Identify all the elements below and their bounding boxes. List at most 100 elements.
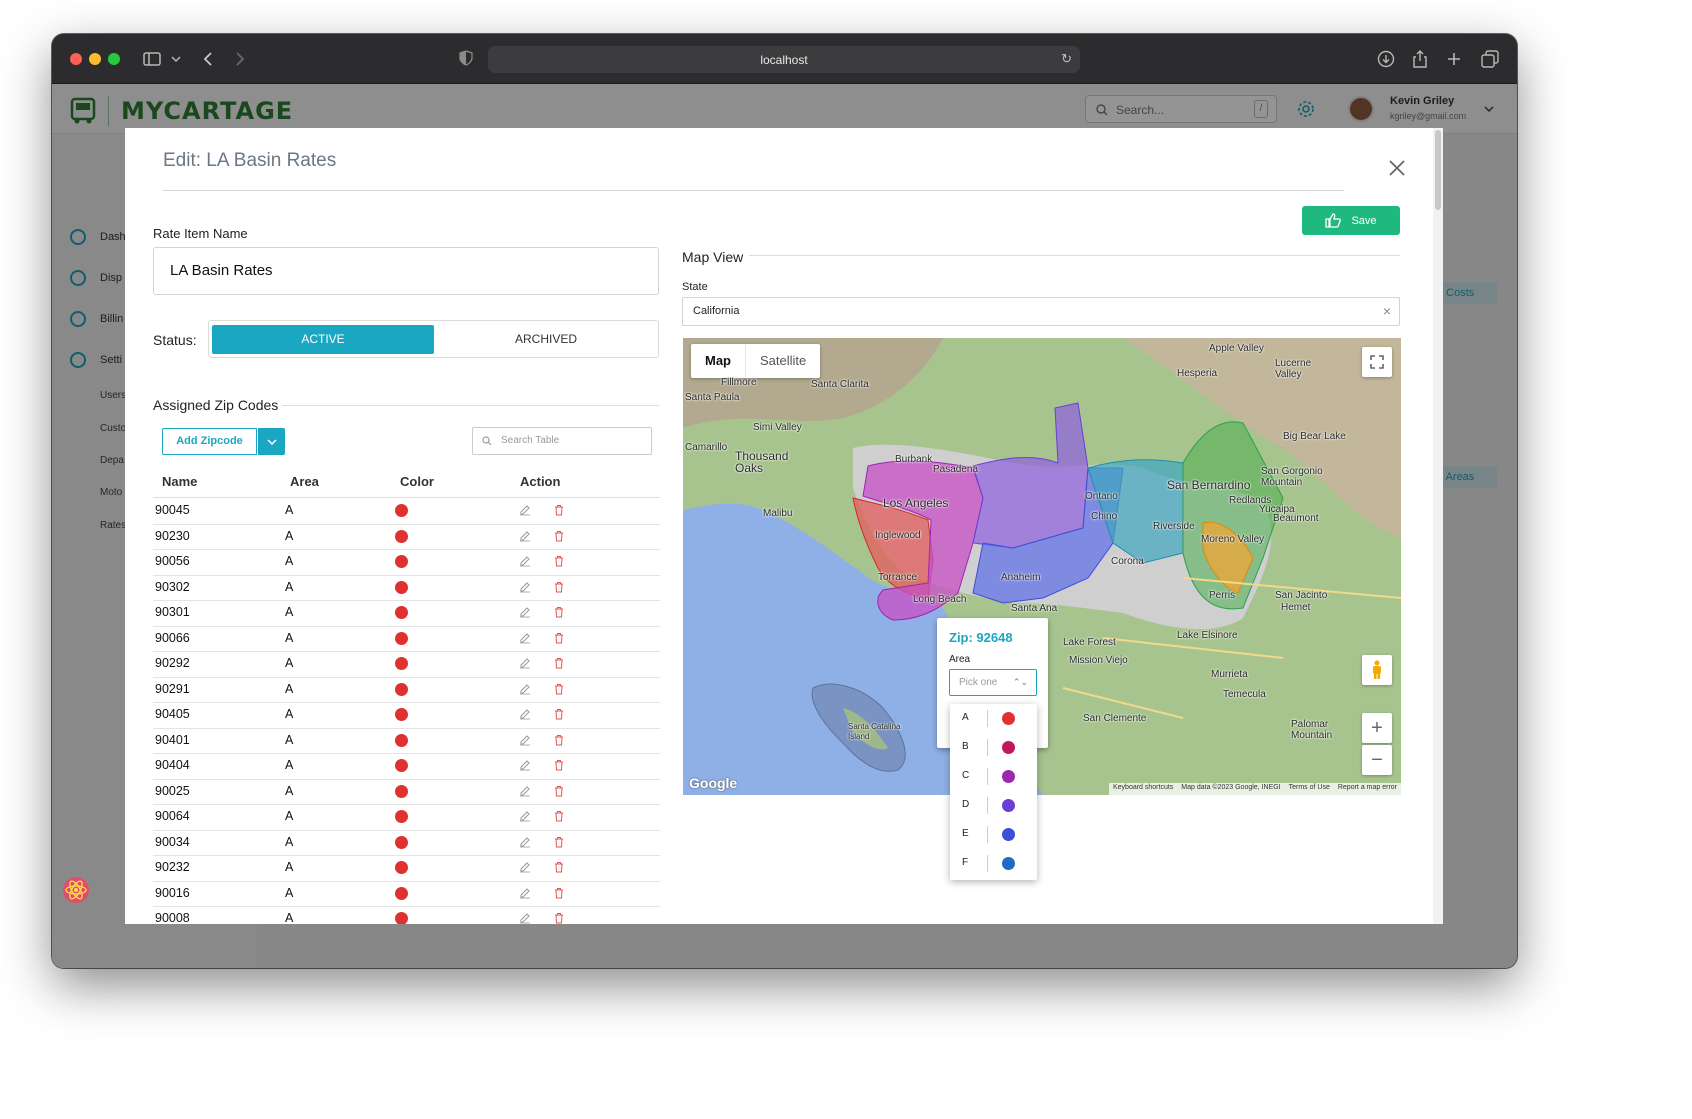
keyboard-shortcuts-link[interactable]: Keyboard shortcuts [1113, 784, 1173, 794]
color-swatch [395, 657, 408, 670]
column-header-area[interactable]: Area [290, 474, 319, 489]
trash-icon[interactable] [553, 606, 565, 618]
area-option[interactable]: A [950, 704, 1037, 733]
edit-icon[interactable] [519, 708, 531, 720]
map-type-satellite[interactable]: Satellite [745, 344, 820, 378]
trash-icon[interactable] [553, 581, 565, 593]
trash-icon[interactable] [553, 759, 565, 771]
trash-icon[interactable] [553, 836, 565, 848]
add-zipcode-button[interactable]: Add Zipcode [162, 428, 257, 455]
area-option[interactable]: B [950, 733, 1037, 762]
trash-icon[interactable] [553, 734, 565, 746]
trash-icon[interactable] [553, 785, 565, 797]
trash-icon[interactable] [553, 861, 565, 873]
minimize-window-button[interactable] [89, 53, 101, 65]
table-search-input[interactable]: Search Table [472, 427, 652, 455]
zip-area: A [285, 554, 294, 568]
reload-icon[interactable]: ↻ [1061, 51, 1072, 67]
edit-icon[interactable] [519, 734, 531, 746]
modal-scrollbar[interactable] [1433, 128, 1443, 924]
trash-icon[interactable] [553, 530, 565, 542]
save-button[interactable]: Save [1302, 206, 1400, 235]
zip-name: 90066 [155, 630, 190, 645]
zoom-window-button[interactable] [108, 53, 120, 65]
map-attribution: Keyboard shortcuts Map data ©2023 Google… [1108, 783, 1401, 795]
edit-icon[interactable] [519, 810, 531, 822]
color-swatch [395, 555, 408, 568]
map-type-map[interactable]: Map [691, 344, 745, 378]
edit-icon[interactable] [519, 683, 531, 695]
assigned-zip-codes-title: Assigned Zip Codes [153, 397, 279, 413]
zip-area: A [285, 885, 294, 900]
area-select[interactable]: Pick one ⌃⌄ [949, 669, 1037, 696]
state-select[interactable]: California × [682, 297, 1400, 326]
edit-icon[interactable] [519, 555, 531, 567]
trash-icon[interactable] [553, 555, 565, 567]
forward-icon[interactable] [228, 47, 252, 71]
rate-item-name-input[interactable]: LA Basin Rates [153, 247, 659, 295]
zip-area: A [285, 630, 294, 645]
sidebar-toggle-icon[interactable] [140, 47, 164, 71]
edit-icon[interactable] [519, 581, 531, 593]
edit-icon[interactable] [519, 657, 531, 669]
status-archived-option[interactable]: ARCHIVED [435, 325, 657, 354]
area-option[interactable]: E [950, 820, 1037, 849]
map-label: San Jacinto [1275, 590, 1328, 601]
modal-scrollbar-thumb[interactable] [1435, 130, 1441, 210]
edit-icon[interactable] [519, 632, 531, 644]
area-option[interactable]: D [950, 791, 1037, 820]
trash-icon[interactable] [553, 683, 565, 695]
map-label: Simi Valley [753, 422, 802, 433]
zip-name: 90401 [155, 732, 190, 747]
trash-icon[interactable] [553, 504, 565, 516]
downloads-icon[interactable] [1374, 47, 1398, 71]
area-color-dot [1002, 828, 1015, 841]
table-row: 90232 A [153, 856, 660, 882]
share-icon[interactable] [1408, 47, 1432, 71]
trash-icon[interactable] [553, 912, 565, 924]
edit-icon[interactable] [519, 861, 531, 873]
edit-icon[interactable] [519, 912, 531, 924]
zoom-out-button[interactable]: − [1362, 745, 1392, 775]
map-label: San Gorgonio Mountain [1261, 466, 1323, 488]
map-label: Big Bear Lake [1283, 431, 1346, 442]
zoom-in-button[interactable]: + [1362, 713, 1392, 743]
close-window-button[interactable] [70, 53, 82, 65]
edit-icon[interactable] [519, 785, 531, 797]
trash-icon[interactable] [553, 632, 565, 644]
trash-icon[interactable] [553, 657, 565, 669]
report-map-error-link[interactable]: Report a map error [1338, 784, 1397, 794]
trash-icon[interactable] [553, 810, 565, 822]
edit-icon[interactable] [519, 504, 531, 516]
area-option[interactable]: F [950, 849, 1037, 878]
edit-icon[interactable] [519, 887, 531, 899]
terms-of-use-link[interactable]: Terms of Use [1289, 784, 1330, 794]
area-option[interactable]: C [950, 762, 1037, 791]
zip-area: A [285, 528, 294, 543]
chevron-down-icon[interactable] [164, 47, 188, 71]
street-view-pegman-icon[interactable] [1362, 655, 1392, 685]
trash-icon[interactable] [553, 708, 565, 720]
color-swatch [395, 606, 408, 619]
status-active-option[interactable]: ACTIVE [212, 325, 434, 354]
map-label: Camarillo [685, 442, 728, 453]
edit-icon[interactable] [519, 759, 531, 771]
zip-name: 90034 [155, 834, 190, 849]
close-icon[interactable] [1387, 158, 1407, 178]
color-swatch [395, 810, 408, 823]
edit-icon[interactable] [519, 530, 531, 542]
edit-icon[interactable] [519, 606, 531, 618]
tab-overview-icon[interactable] [1478, 47, 1502, 71]
clear-icon[interactable]: × [1383, 298, 1391, 325]
trash-icon[interactable] [553, 887, 565, 899]
address-bar[interactable]: localhost ↻ [488, 46, 1080, 73]
edit-icon[interactable] [519, 836, 531, 848]
column-header-name[interactable]: Name [162, 474, 197, 489]
back-icon[interactable] [196, 47, 220, 71]
new-tab-icon[interactable] [1442, 47, 1466, 71]
add-zipcode-dropdown-button[interactable] [258, 428, 285, 455]
react-devtools-icon[interactable] [62, 876, 90, 904]
fullscreen-icon[interactable] [1362, 347, 1392, 377]
zip-name: 90292 [155, 656, 190, 670]
column-header-color[interactable]: Color [400, 474, 434, 489]
